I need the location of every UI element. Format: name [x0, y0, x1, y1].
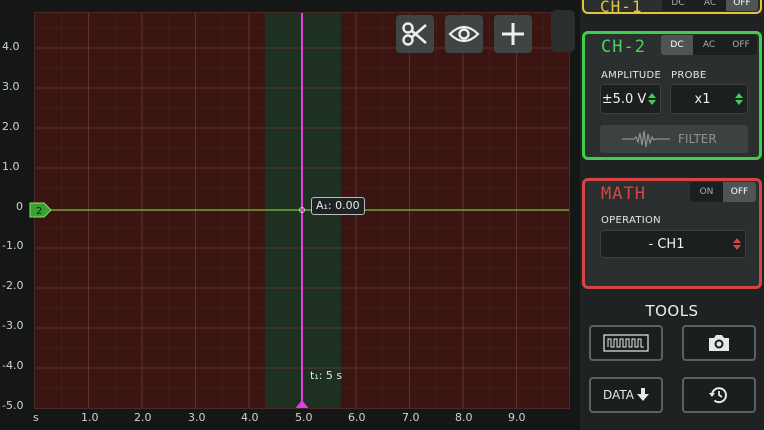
waveform-filter-icon — [622, 130, 670, 148]
eye-icon — [448, 25, 480, 43]
x-tick-label: 4.0 — [241, 411, 259, 424]
panel-drawer-handle[interactable] — [551, 10, 575, 52]
ch2-ac-option[interactable]: AC — [693, 35, 725, 55]
y-tick-label: 2.0 — [2, 120, 20, 133]
history-icon — [709, 387, 727, 404]
amplitude-select[interactable]: ±5.0 V — [600, 84, 661, 114]
filter-button[interactable]: FILTER — [600, 125, 748, 153]
x-tick-label: 7.0 — [402, 411, 420, 424]
y-tick-label: 4.0 — [2, 40, 20, 53]
operation-label: OPERATION — [601, 215, 661, 226]
x-tick-label: 2.0 — [134, 411, 152, 424]
spinner-arrows-icon — [734, 93, 744, 105]
math-card: MATH ON OFF OPERATION - CH1 — [582, 178, 762, 289]
operation-value: - CH1 — [648, 236, 685, 252]
waveform-button[interactable] — [589, 325, 663, 361]
ch2-card: CH-2 DC AC OFF AMPLITUDE PROBE ±5.0 V x1 — [582, 31, 762, 160]
probe-select[interactable]: x1 — [670, 84, 748, 114]
y-tick-label: -1.0 — [2, 239, 24, 252]
ch1-card: CH-1 DC AC OFF — [582, 0, 762, 16]
y-tick-label: 3.0 — [2, 80, 20, 93]
ch2-dc-option[interactable]: DC — [661, 35, 693, 55]
data-label: DATA — [603, 388, 634, 402]
camera-icon — [709, 335, 729, 351]
waveform-grid — [35, 13, 569, 408]
amplitude-value: ±5.0 V — [601, 91, 647, 107]
spinner-arrows-icon — [647, 93, 657, 105]
x-tick-label: 3.0 — [188, 411, 206, 424]
x-tick-label: 6.0 — [348, 411, 366, 424]
waveform-canvas[interactable] — [34, 12, 570, 409]
ch1-coupling-selector: DC AC OFF — [662, 0, 758, 11]
add-button[interactable] — [494, 15, 532, 53]
time-cursor-readout: t₁: 5 s — [310, 369, 343, 382]
x-tick-label: s — [33, 411, 39, 424]
y-tick-label: -5.0 — [2, 399, 24, 412]
scissors-icon — [402, 22, 427, 46]
spinner-arrows-icon — [732, 238, 742, 250]
math-title: MATH — [601, 184, 646, 204]
download-icon — [636, 388, 649, 401]
math-off-option[interactable]: OFF — [723, 182, 756, 202]
square-wave-icon — [603, 334, 649, 352]
ch2-level-marker[interactable]: 2 — [29, 202, 53, 218]
ch2-off-option[interactable]: OFF — [725, 35, 757, 55]
y-tick-label: -2.0 — [2, 279, 24, 292]
math-toggle-selector: ON OFF — [690, 182, 756, 202]
filter-label: FILTER — [678, 132, 717, 146]
tools-title: TOOLS — [645, 302, 699, 320]
oscilloscope-app: 4.0 3.0 2.0 1.0 0 -1.0 -2.0 -3.0 -4.0 -5… — [0, 0, 764, 430]
data-export-button[interactable]: DATA — [589, 377, 663, 413]
probe-label: PROBE — [671, 70, 707, 81]
ch1-off-option[interactable]: OFF — [726, 0, 758, 11]
ch1-title: CH-1 — [600, 0, 643, 16]
ch1-ac-option[interactable]: AC — [694, 0, 726, 11]
probe-value: x1 — [694, 91, 711, 107]
operation-select[interactable]: - CH1 — [600, 230, 746, 258]
screenshot-button[interactable] — [682, 325, 756, 361]
y-tick-label: -4.0 — [2, 359, 24, 372]
ch1-dc-option[interactable]: DC — [662, 0, 694, 11]
x-tick-label: 1.0 — [81, 411, 99, 424]
visibility-button[interactable] — [445, 15, 483, 53]
ch2-title: CH-2 — [601, 37, 646, 57]
ch2-marker-label: 2 — [36, 206, 42, 217]
y-tick-label: -3.0 — [2, 319, 24, 332]
amplitude-label: AMPLITUDE — [601, 70, 662, 81]
y-tick-label: 1.0 — [2, 160, 20, 173]
plus-icon — [502, 23, 524, 45]
control-panel: CH-1 DC AC OFF CH-2 DC AC OFF AMPLITUDE … — [580, 0, 764, 430]
scissors-button[interactable] — [396, 15, 434, 53]
x-tick-label: 9.0 — [508, 411, 526, 424]
x-tick-label: 8.0 — [455, 411, 473, 424]
math-on-option[interactable]: ON — [690, 182, 723, 202]
scope-display: 4.0 3.0 2.0 1.0 0 -1.0 -2.0 -3.0 -4.0 -5… — [0, 0, 580, 430]
history-button[interactable] — [682, 377, 756, 413]
amplitude-cursor-readout: A₁: 0.00 — [311, 197, 365, 215]
ch2-coupling-selector: DC AC OFF — [661, 35, 757, 55]
x-tick-label: 5.0 — [295, 411, 313, 424]
